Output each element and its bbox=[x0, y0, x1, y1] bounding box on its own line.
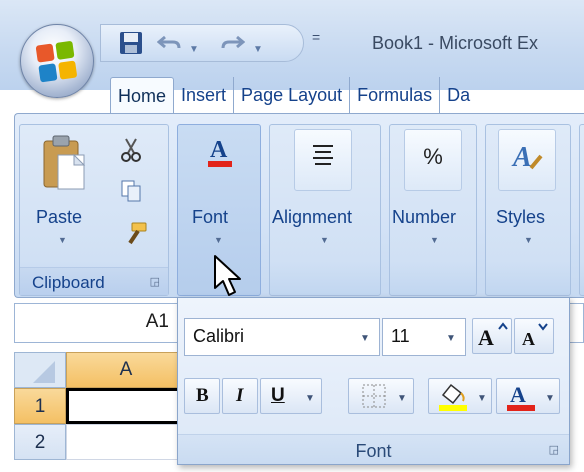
redo-dropdown-icon[interactable]: ▼ bbox=[253, 38, 263, 62]
svg-text:A: A bbox=[511, 142, 532, 173]
clipboard-group-label: Clipboard ◲ bbox=[20, 267, 168, 295]
svg-text:A: A bbox=[510, 382, 526, 407]
tab-page-layout[interactable]: Page Layout bbox=[234, 77, 351, 115]
font-color-button[interactable]: A ▼ bbox=[496, 378, 560, 414]
tab-formulas[interactable]: Formulas bbox=[350, 77, 441, 115]
undo-icon[interactable] bbox=[156, 31, 183, 60]
underline-dropdown-icon[interactable]: ▼ bbox=[305, 393, 315, 404]
grow-font-button[interactable]: A bbox=[472, 318, 512, 354]
window-title: Book1 - Microsoft Ex bbox=[372, 33, 539, 53]
ribbon: Paste ▼ Clipboard ◲ A Font ▼ Alignment ▼ bbox=[14, 113, 584, 298]
alignment-group-button[interactable]: Alignment ▼ bbox=[269, 124, 381, 296]
clipboard-label: Clipboard bbox=[32, 273, 105, 292]
bold-button[interactable]: B bbox=[184, 378, 220, 414]
fill-color-dropdown-icon[interactable]: ▼ bbox=[477, 393, 487, 404]
shrink-font-button[interactable]: A bbox=[514, 318, 554, 354]
fill-color-button[interactable]: ▼ bbox=[428, 378, 492, 414]
italic-button[interactable]: I bbox=[222, 378, 258, 414]
percent-glyph: % bbox=[423, 144, 443, 169]
styles-dropdown-icon: ▼ bbox=[524, 235, 533, 245]
number-label: Number bbox=[392, 207, 457, 227]
cut-icon[interactable] bbox=[120, 137, 142, 168]
clipboard-group: Paste ▼ Clipboard ◲ bbox=[19, 124, 169, 296]
font-dropdown-icon: ▼ bbox=[214, 235, 223, 245]
row-header-2[interactable]: 2 bbox=[14, 424, 66, 460]
font-size-dropdown-icon[interactable]: ▼ bbox=[446, 333, 456, 344]
save-icon[interactable] bbox=[119, 31, 143, 60]
svg-text:A: A bbox=[478, 325, 494, 350]
borders-button[interactable]: ▼ bbox=[348, 378, 414, 414]
styles-label: Styles bbox=[496, 207, 546, 227]
font-color-icon: A bbox=[206, 135, 234, 174]
redo-icon[interactable] bbox=[219, 31, 246, 60]
alignment-dropdown-icon: ▼ bbox=[320, 235, 329, 245]
paste-icon[interactable] bbox=[40, 133, 86, 198]
font-size-value: 11 bbox=[391, 326, 410, 346]
quick-access-toolbar: ▼ ▼ bbox=[100, 24, 304, 62]
styles-group-button[interactable]: A Styles ▼ bbox=[485, 124, 571, 296]
font-popup-label-text: Font bbox=[355, 441, 392, 461]
row-header-1[interactable]: 1 bbox=[14, 388, 66, 424]
tab-home[interactable]: Home bbox=[110, 77, 175, 115]
customize-toolbar-button[interactable]: = bbox=[312, 29, 320, 45]
select-all-corner[interactable] bbox=[14, 352, 66, 388]
copy-icon[interactable] bbox=[120, 179, 142, 208]
svg-text:A: A bbox=[522, 329, 535, 349]
alignment-label: Alignment bbox=[272, 207, 353, 227]
bold-glyph: B bbox=[196, 385, 209, 406]
cell-a1[interactable] bbox=[66, 388, 186, 424]
name-box[interactable]: A1 bbox=[15, 304, 180, 342]
tab-data[interactable]: Da bbox=[440, 77, 477, 115]
svg-text:A: A bbox=[210, 137, 228, 163]
column-header-a[interactable]: A bbox=[66, 352, 186, 388]
font-popup-panel: Calibri ▼ 11 ▼ A A B I U ▼ ▼ ▼ A ▼ Font … bbox=[177, 297, 570, 465]
underline-button[interactable]: U ▼ bbox=[260, 378, 322, 414]
font-name-value: Calibri bbox=[193, 326, 245, 346]
mouse-pointer-icon bbox=[213, 254, 243, 303]
format-painter-icon[interactable] bbox=[122, 221, 148, 252]
paste-dropdown-icon[interactable]: ▼ bbox=[58, 235, 67, 245]
undo-dropdown-icon[interactable]: ▼ bbox=[189, 38, 199, 62]
clipboard-launcher-icon[interactable]: ◲ bbox=[150, 275, 160, 288]
italic-glyph: I bbox=[236, 385, 244, 406]
underline-glyph: U bbox=[271, 385, 285, 406]
next-group-partial bbox=[579, 124, 584, 296]
font-color-dropdown-icon[interactable]: ▼ bbox=[545, 393, 555, 404]
number-group-button[interactable]: % Number ▼ bbox=[389, 124, 477, 296]
number-format-icon: % bbox=[404, 129, 462, 191]
font-dialog-launcher-icon[interactable]: ◲ bbox=[549, 443, 559, 456]
number-dropdown-icon: ▼ bbox=[430, 235, 439, 245]
styles-icon: A bbox=[498, 129, 556, 191]
office-button[interactable] bbox=[20, 24, 94, 98]
font-name-combobox[interactable]: Calibri bbox=[184, 318, 380, 356]
font-name-dropdown-icon[interactable]: ▼ bbox=[360, 333, 370, 344]
cell-a2[interactable] bbox=[66, 424, 186, 460]
font-group-label: Font bbox=[192, 207, 229, 227]
alignment-icon bbox=[294, 129, 352, 191]
tab-insert[interactable]: Insert bbox=[174, 77, 235, 115]
font-popup-label: Font ◲ bbox=[178, 434, 569, 464]
paste-label[interactable]: Paste bbox=[36, 207, 82, 228]
ribbon-tabs: Home Insert Page Layout Formulas Da bbox=[110, 77, 477, 115]
borders-dropdown-icon[interactable]: ▼ bbox=[397, 393, 407, 404]
office-logo-icon bbox=[35, 40, 79, 84]
